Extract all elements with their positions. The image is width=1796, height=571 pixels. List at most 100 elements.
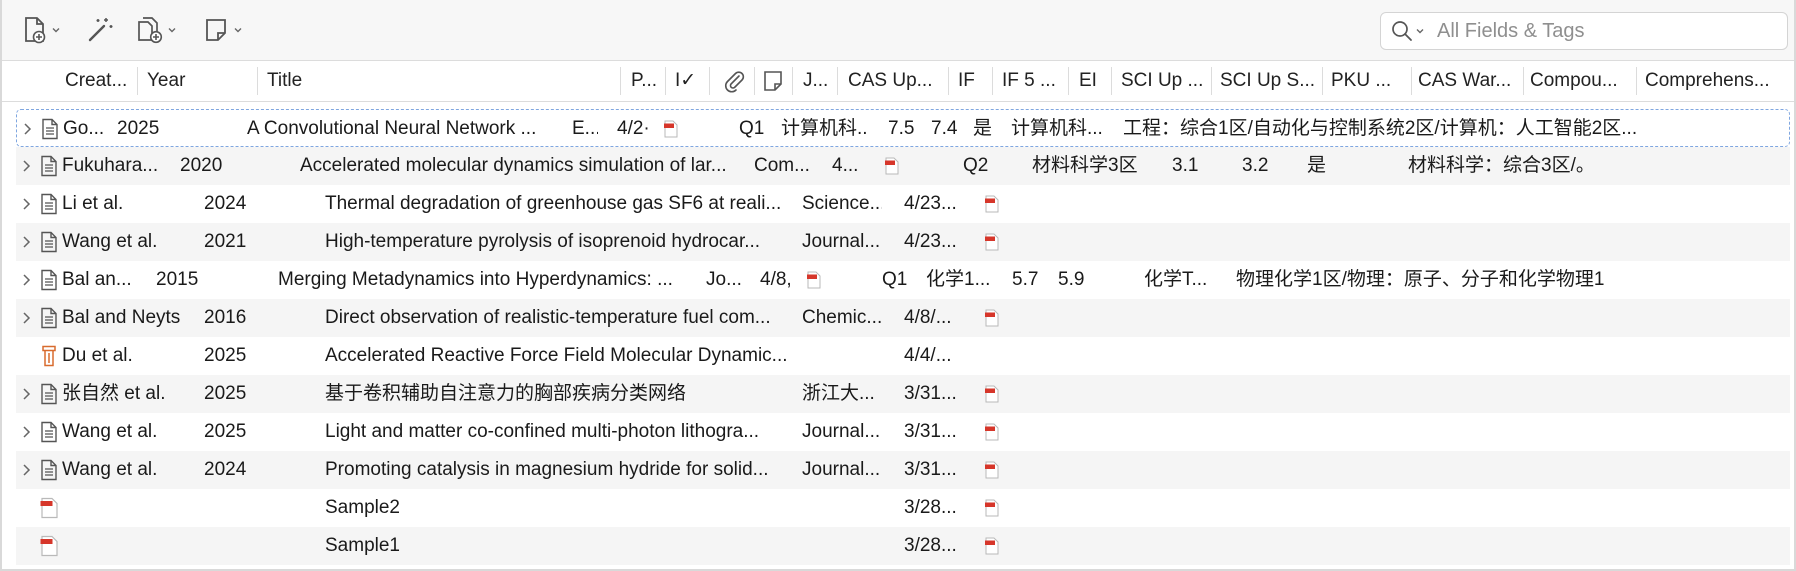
table-row[interactable]: Li et al. 2024 Thermal degradation of gr… (16, 185, 1790, 223)
cell-sci-up: 计算机科... (1011, 118, 1103, 139)
column-publisher[interactable]: P... (623, 61, 665, 101)
table-row[interactable]: Bal and Neyts 2016 Direct observation of… (16, 299, 1790, 337)
add-by-identifier-button[interactable] (82, 13, 118, 47)
pdf-item-icon (40, 535, 58, 557)
table-row[interactable]: Sample1 3/28... (16, 527, 1790, 565)
pdf-icon[interactable] (984, 195, 1000, 213)
toolbar (2, 0, 1794, 61)
chevron-right-icon[interactable] (20, 159, 34, 173)
new-note-button[interactable] (200, 13, 247, 47)
column-separator[interactable] (620, 67, 621, 95)
cell-cas-up: 材料科学3区 (1032, 155, 1138, 176)
column-separator[interactable] (1111, 67, 1112, 95)
add-attachment-icon (138, 17, 163, 44)
pdf-icon[interactable] (806, 271, 822, 289)
table-row[interactable]: Wang et al. 2024 Promoting catalysis in … (16, 451, 1790, 489)
column-creator[interactable]: Creat... (57, 61, 137, 101)
cell-if: 5.7 (1012, 269, 1039, 290)
pdf-icon[interactable] (984, 537, 1000, 555)
cell-journal: Journal... (802, 421, 881, 442)
table-row[interactable]: Fukuhara... 2020 Accelerated molecular d… (16, 147, 1790, 185)
cell-year: 2025 (204, 421, 247, 442)
cell-year: 2025 (204, 383, 247, 404)
chevron-right-icon[interactable] (20, 425, 34, 439)
column-separator[interactable] (1068, 67, 1069, 95)
pdf-icon[interactable] (984, 309, 1000, 327)
cell-creator: Du et al. (62, 345, 133, 366)
column-year[interactable]: Year (139, 61, 257, 101)
column-separator[interactable] (665, 67, 666, 95)
table-row[interactable]: Bal an... 2015 Merging Metadynamics into… (16, 261, 1790, 299)
new-item-icon (25, 17, 46, 44)
pdf-icon[interactable] (984, 423, 1000, 441)
search-mode-button[interactable] (1391, 20, 1425, 42)
cell-date: 3/31... (904, 383, 957, 404)
cell-if5: 7.4 (931, 118, 958, 139)
table-row[interactable]: Wang et al. 2025 Light and matter co-con… (16, 413, 1790, 451)
cell-title: Merging Metadynamics into Hyperdynamics:… (278, 269, 673, 290)
journal-article-icon (41, 193, 57, 215)
column-separator[interactable] (709, 67, 710, 95)
column-separator[interactable] (948, 67, 949, 95)
cell-year: 2025 (117, 118, 160, 139)
add-attachment-button[interactable] (132, 13, 181, 47)
cell-title: Accelerated molecular dynamics simulatio… (300, 155, 727, 176)
new-item-button[interactable] (18, 13, 65, 47)
cell-journal: Journal... (802, 459, 881, 480)
cell-creator: Wang et al. (62, 459, 158, 480)
column-title[interactable]: Title (259, 61, 620, 101)
search-icon (1392, 21, 1412, 41)
cell-journal: Journal... (802, 231, 881, 252)
pdf-icon[interactable] (884, 157, 900, 175)
preprint-icon (42, 345, 56, 367)
column-read-status[interactable]: I✓ (667, 61, 709, 101)
column-attachments[interactable] (712, 61, 754, 101)
cell-if: 3.1 (1172, 155, 1199, 176)
column-sci-up[interactable]: SCI Up ... (1113, 61, 1211, 101)
paperclip-icon (725, 71, 745, 93)
table-row[interactable]: Du et al. 2025 Accelerated Reactive Forc… (16, 337, 1790, 375)
cell-date: 3/31... (904, 421, 957, 442)
column-if5[interactable]: IF 5 ... (994, 61, 1068, 101)
table-row[interactable]: Go... 2025 A Convolutional Neural Networ… (16, 109, 1790, 147)
cell-date: 3/28... (904, 497, 957, 518)
chevron-right-icon[interactable] (20, 235, 34, 249)
table-row[interactable]: Sample2 3/28... (16, 489, 1790, 527)
column-separator[interactable] (837, 67, 838, 95)
column-pku[interactable]: PKU ... (1323, 61, 1411, 101)
column-cas-up[interactable]: CAS Up... (840, 61, 948, 101)
column-separator[interactable] (137, 67, 138, 95)
column-sci-up-small[interactable]: SCI Up S... (1212, 61, 1322, 101)
journal-article-icon (42, 118, 58, 140)
column-if[interactable]: IF (950, 61, 992, 101)
chevron-right-icon[interactable] (20, 311, 34, 325)
cell-title: Promoting catalysis in magnesium hydride… (325, 459, 769, 480)
pdf-icon[interactable] (984, 461, 1000, 479)
table-row[interactable]: 张自然 et al. 2025 基于卷积辅助自注意力的胸部疾病分类网络 浙江大.… (16, 375, 1790, 413)
column-separator[interactable] (754, 67, 755, 95)
chevron-right-icon[interactable] (20, 387, 34, 401)
search-box (1380, 12, 1788, 50)
chevron-right-icon[interactable] (20, 463, 34, 477)
pdf-icon[interactable] (984, 385, 1000, 403)
pdf-icon[interactable] (984, 499, 1000, 517)
chevron-right-icon[interactable] (21, 122, 35, 136)
column-comprehensive[interactable]: Comprehens... (1637, 61, 1792, 101)
column-cas-warning[interactable]: CAS War... (1410, 61, 1523, 101)
pdf-icon[interactable] (663, 120, 679, 138)
column-separator[interactable] (992, 67, 993, 95)
cell-if5: 3.2 (1242, 155, 1269, 176)
cell-creator: Bal an... (62, 269, 132, 290)
column-journal[interactable]: J... (795, 61, 837, 101)
column-notes[interactable] (756, 61, 792, 101)
search-input[interactable] (1435, 18, 1787, 44)
column-separator[interactable] (792, 67, 793, 95)
cell-creator: Bal and Neyts (62, 307, 181, 328)
table-row[interactable]: Wang et al. 2021 High-temperature pyroly… (16, 223, 1790, 261)
pdf-icon[interactable] (984, 233, 1000, 251)
chevron-right-icon[interactable] (20, 197, 34, 211)
column-separator[interactable] (257, 67, 258, 95)
chevron-right-icon[interactable] (20, 273, 34, 287)
column-compound[interactable]: Compou... (1522, 61, 1636, 101)
column-ei[interactable]: EI (1071, 61, 1111, 101)
